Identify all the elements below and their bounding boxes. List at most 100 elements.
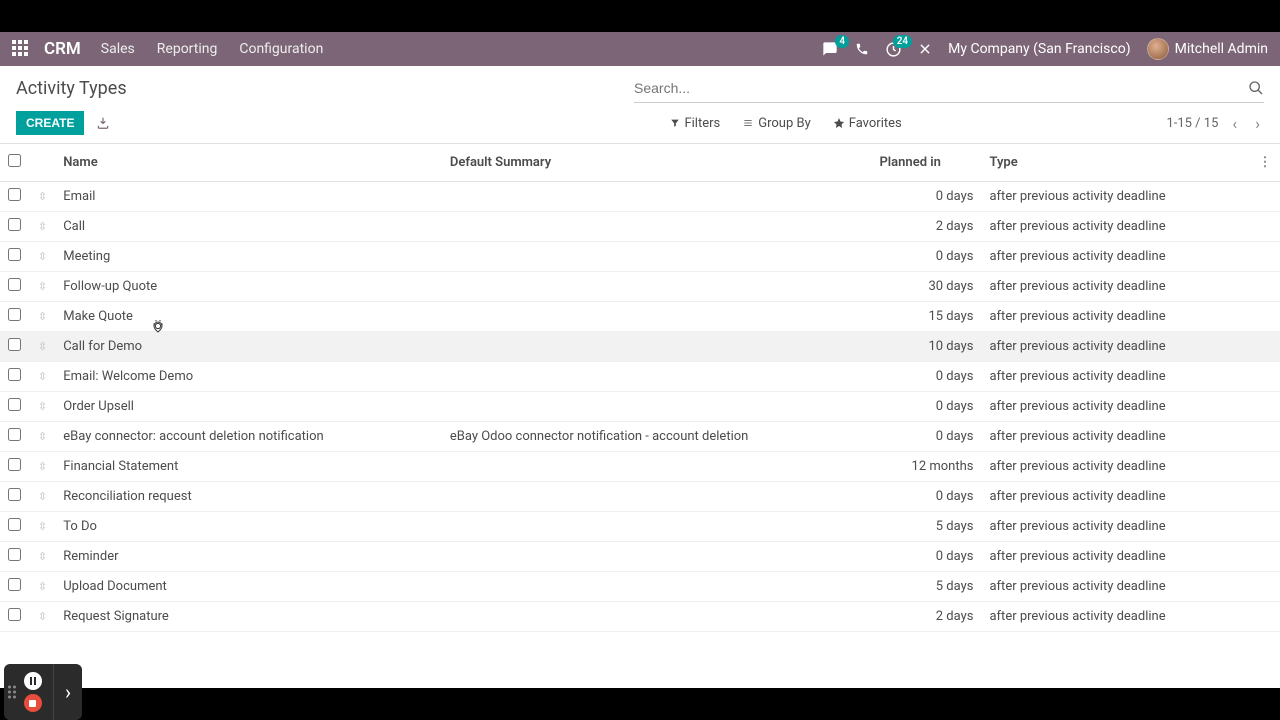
- cell-type[interactable]: after previous activity deadline: [981, 242, 1250, 272]
- cell-name[interactable]: Email: [55, 182, 442, 212]
- search-bar[interactable]: [634, 74, 1264, 103]
- table-row[interactable]: ⇳Meeting0 daysafter previous activity de…: [0, 242, 1280, 272]
- cell-name[interactable]: eBay connector: account deletion notific…: [55, 422, 442, 452]
- row-checkbox[interactable]: [8, 338, 21, 351]
- drag-handle-icon[interactable]: ⇳: [38, 430, 47, 443]
- row-checkbox[interactable]: [8, 428, 21, 441]
- cell-name[interactable]: Email: Welcome Demo: [55, 362, 442, 392]
- select-all-checkbox[interactable]: [8, 154, 21, 167]
- table-row[interactable]: ⇳ Call for Demo 10 daysafter previous acti…: [0, 332, 1280, 362]
- row-checkbox[interactable]: [8, 578, 21, 591]
- cell-type[interactable]: after previous activity deadline: [981, 602, 1250, 632]
- row-checkbox[interactable]: [8, 188, 21, 201]
- search-input[interactable]: [634, 77, 1248, 99]
- nav-configuration[interactable]: Configuration: [239, 41, 323, 57]
- drag-handle-icon[interactable]: ⇳: [38, 550, 47, 563]
- close-x-icon[interactable]: [918, 42, 932, 56]
- table-row[interactable]: ⇳Make Quote15 daysafter previous activit…: [0, 302, 1280, 332]
- nav-sales[interactable]: Sales: [101, 41, 135, 57]
- cell-planned[interactable]: 5 days: [871, 572, 981, 602]
- cell-type[interactable]: after previous activity deadline: [981, 332, 1250, 362]
- table-row[interactable]: ⇳Follow-up Quote30 daysafter previous ac…: [0, 272, 1280, 302]
- drag-handle-icon[interactable]: ⇳: [38, 610, 47, 623]
- cell-summary[interactable]: [442, 602, 872, 632]
- row-checkbox[interactable]: [8, 548, 21, 561]
- search-icon[interactable]: [1248, 80, 1264, 96]
- cell-planned[interactable]: 2 days: [871, 212, 981, 242]
- cell-name[interactable]: Follow-up Quote: [55, 272, 442, 302]
- drag-handle-icon[interactable]: ⇳: [38, 280, 47, 293]
- row-checkbox[interactable]: [8, 458, 21, 471]
- cell-planned[interactable]: 10 days: [871, 332, 981, 362]
- row-checkbox[interactable]: [8, 218, 21, 231]
- column-type[interactable]: Type: [981, 144, 1250, 182]
- activity-clock-icon[interactable]: 24: [885, 41, 902, 58]
- cell-name[interactable]: Call for Demo: [55, 332, 442, 362]
- column-summary[interactable]: Default Summary: [442, 144, 872, 182]
- cell-type[interactable]: after previous activity deadline: [981, 362, 1250, 392]
- user-menu[interactable]: Mitchell Admin: [1147, 38, 1268, 60]
- recorder-drag-handle[interactable]: [8, 686, 16, 699]
- cell-name[interactable]: Reconciliation request: [55, 482, 442, 512]
- cell-name[interactable]: Upload Document: [55, 572, 442, 602]
- cell-summary[interactable]: [442, 332, 872, 362]
- cell-summary[interactable]: [442, 362, 872, 392]
- cell-name[interactable]: Reminder: [55, 542, 442, 572]
- nav-reporting[interactable]: Reporting: [157, 41, 218, 57]
- cell-type[interactable]: after previous activity deadline: [981, 452, 1250, 482]
- cell-type[interactable]: after previous activity deadline: [981, 302, 1250, 332]
- cell-planned[interactable]: 0 days: [871, 362, 981, 392]
- cell-summary[interactable]: [442, 392, 872, 422]
- filters-button[interactable]: Filters: [670, 116, 720, 131]
- cell-planned[interactable]: 5 days: [871, 512, 981, 542]
- table-row[interactable]: ⇳ Reconciliation request 0 daysafter previ…: [0, 482, 1280, 512]
- cell-summary[interactable]: [442, 182, 872, 212]
- cell-planned[interactable]: 0 days: [871, 242, 981, 272]
- download-icon[interactable]: [96, 116, 110, 130]
- drag-handle-icon[interactable]: ⇳: [38, 460, 47, 473]
- drag-handle-icon[interactable]: ⇳: [38, 340, 47, 353]
- phone-icon[interactable]: [855, 42, 869, 56]
- cell-summary[interactable]: [442, 542, 872, 572]
- table-row[interactable]: ⇳Financial Statement12 monthsafter previ…: [0, 452, 1280, 482]
- cell-name[interactable]: To Do: [55, 512, 442, 542]
- row-checkbox[interactable]: [8, 278, 21, 291]
- cell-type[interactable]: after previous activity deadline: [981, 482, 1250, 512]
- row-checkbox[interactable]: [8, 368, 21, 381]
- cell-planned[interactable]: 0 days: [871, 392, 981, 422]
- screen-recorder-widget[interactable]: ›: [4, 664, 82, 720]
- cell-planned[interactable]: 12 months: [871, 452, 981, 482]
- column-options-icon[interactable]: ⋮: [1250, 144, 1280, 182]
- groupby-button[interactable]: Group By: [742, 116, 811, 131]
- company-switcher[interactable]: My Company (San Francisco): [948, 41, 1130, 57]
- cell-planned[interactable]: 15 days: [871, 302, 981, 332]
- create-button[interactable]: CREATE: [16, 111, 84, 135]
- cell-summary[interactable]: [442, 452, 872, 482]
- cell-summary[interactable]: [442, 242, 872, 272]
- table-row[interactable]: ⇳Reminder0 daysafter previous activity d…: [0, 542, 1280, 572]
- drag-handle-icon[interactable]: ⇳: [38, 520, 47, 533]
- row-checkbox[interactable]: [8, 308, 21, 321]
- cell-planned[interactable]: 0 days: [871, 482, 981, 512]
- column-planned[interactable]: Planned in: [871, 144, 981, 182]
- drag-handle-icon[interactable]: ⇳: [38, 580, 47, 593]
- row-checkbox[interactable]: [8, 248, 21, 261]
- cell-type[interactable]: after previous activity deadline: [981, 212, 1250, 242]
- row-checkbox[interactable]: [8, 488, 21, 501]
- cell-summary[interactable]: eBay Odoo connector notification - accou…: [442, 422, 872, 452]
- cell-summary[interactable]: [442, 512, 872, 542]
- table-row[interactable]: ⇳Email0 daysafter previous activity dead…: [0, 182, 1280, 212]
- table-row[interactable]: ⇳To Do5 daysafter previous activity dead…: [0, 512, 1280, 542]
- drag-handle-icon[interactable]: ⇳: [38, 490, 47, 503]
- cell-planned[interactable]: 30 days: [871, 272, 981, 302]
- row-checkbox[interactable]: [8, 608, 21, 621]
- cell-summary[interactable]: [442, 212, 872, 242]
- cell-planned[interactable]: 2 days: [871, 602, 981, 632]
- cell-planned[interactable]: 0 days: [871, 542, 981, 572]
- table-row[interactable]: ⇳Order Upsell0 daysafter previous activi…: [0, 392, 1280, 422]
- pager-prev[interactable]: ‹: [1228, 114, 1241, 133]
- app-brand[interactable]: CRM: [44, 39, 81, 59]
- cell-name[interactable]: Order Upsell: [55, 392, 442, 422]
- table-row[interactable]: ⇳Upload Document5 daysafter previous act…: [0, 572, 1280, 602]
- cell-planned[interactable]: 0 days: [871, 422, 981, 452]
